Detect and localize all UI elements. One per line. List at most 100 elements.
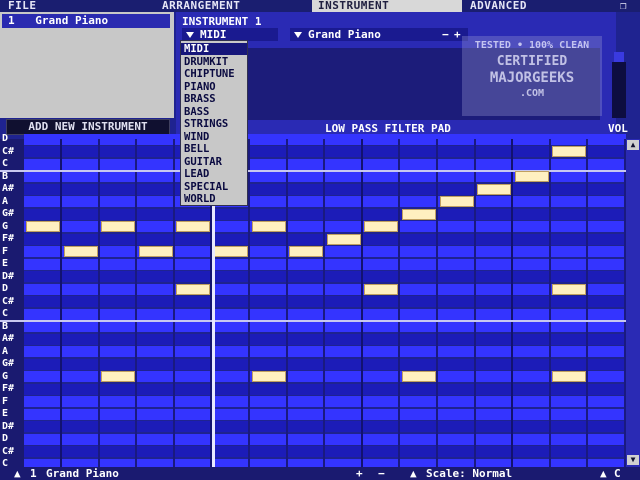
volume-slider-handle[interactable]	[614, 52, 624, 62]
scale-label[interactable]: Scale: Normal	[426, 467, 512, 480]
dropdown-option-lead[interactable]: LEAD	[184, 168, 209, 180]
piano-key-label[interactable]: B	[2, 171, 24, 183]
note-block[interactable]	[439, 196, 474, 207]
note-grid[interactable]	[0, 133, 640, 470]
piano-key-label[interactable]: C	[2, 308, 24, 320]
dropdown-option-brass[interactable]: BRASS	[184, 93, 216, 105]
grid-beat-line	[60, 139, 62, 467]
note-block[interactable]	[552, 371, 587, 382]
scale-prev-icon[interactable]: ▲	[410, 467, 417, 480]
dropdown-option-piano[interactable]: PIANO	[184, 81, 216, 93]
piano-key-label[interactable]: G	[2, 221, 24, 233]
scroll-down-icon[interactable]: ▼	[627, 455, 639, 465]
dropdown-option-special[interactable]: SPECIAL	[184, 181, 228, 193]
badge-line-4: .COM	[519, 88, 545, 99]
piano-key-label[interactable]: F	[2, 396, 24, 408]
piano-key-label[interactable]: D	[2, 283, 24, 295]
note-block[interactable]	[176, 221, 211, 232]
piano-key-label[interactable]: A	[2, 346, 24, 358]
menu-arrangement[interactable]: ARRANGEMENT	[162, 0, 240, 12]
note-block[interactable]	[63, 246, 98, 257]
instrument-prev-icon[interactable]: ▲	[14, 467, 21, 480]
piano-key-label[interactable]: B	[2, 321, 24, 333]
piano-key-label[interactable]: G#	[2, 358, 24, 370]
note-block[interactable]	[214, 246, 248, 257]
piano-key-label[interactable]: C	[2, 158, 24, 170]
note-block[interactable]	[138, 246, 173, 257]
note-block[interactable]	[402, 371, 436, 382]
piano-key-label[interactable]: A#	[2, 333, 24, 345]
piano-key-label[interactable]: F	[2, 246, 24, 258]
status-bar: ▲ 1 Grand Piano + − ▲ Scale: Normal ▲ C	[0, 467, 640, 480]
patch-select[interactable]: Grand Piano − +	[290, 28, 468, 41]
chevron-down-icon	[294, 31, 302, 38]
dropdown-option-drumkit[interactable]: DRUMKIT	[184, 56, 228, 68]
note-block[interactable]	[514, 171, 549, 182]
note-block[interactable]	[251, 371, 286, 382]
note-block[interactable]	[326, 233, 361, 245]
piano-key-label[interactable]: D	[2, 133, 24, 145]
piano-key-label[interactable]: E	[2, 408, 24, 420]
sound-bank-dropdown: MIDI DRUMKIT CHIPTUNE PIANO BRASS BASS STRINGS…	[180, 40, 248, 206]
dropdown-option-bell[interactable]: BELL	[184, 143, 209, 155]
piano-key-label[interactable]: D#	[2, 421, 24, 433]
dropdown-option-midi[interactable]: MIDI	[181, 43, 247, 55]
menu-instrument[interactable]: INSTRUMENT	[312, 0, 462, 12]
status-instrument-name[interactable]: Grand Piano	[46, 467, 119, 480]
zoom-out-button[interactable]: −	[378, 467, 385, 480]
patch-value: Grand Piano	[308, 28, 381, 41]
note-block[interactable]	[289, 246, 324, 257]
menu-file[interactable]: FILE	[8, 0, 37, 12]
piano-key-label[interactable]: C#	[2, 446, 24, 458]
grid-beat-line	[97, 139, 100, 467]
grid-beat-line	[436, 139, 438, 467]
menu-bar: FILE ARRANGEMENT INSTRUMENT ADVANCED ❐	[0, 0, 640, 12]
piano-key-label[interactable]: A#	[2, 183, 24, 195]
note-block[interactable]	[402, 208, 436, 220]
note-block[interactable]	[477, 183, 512, 195]
instrument-title: INSTRUMENT 1	[182, 15, 262, 28]
note-block[interactable]	[101, 221, 136, 232]
piano-key-label[interactable]: A	[2, 196, 24, 208]
piano-key-label[interactable]: C#	[2, 296, 24, 308]
majorgeeks-badge: TESTED • 100% CLEAN CERTIFIED MAJORGEEKS…	[462, 36, 602, 116]
dropdown-option-guitar[interactable]: GUITAR	[184, 156, 222, 168]
instrument-index: 1	[8, 14, 15, 27]
note-block[interactable]	[176, 283, 211, 295]
piano-key-label[interactable]: C#	[2, 146, 24, 158]
note-block[interactable]	[26, 221, 60, 232]
piano-key-label[interactable]: G	[2, 371, 24, 383]
status-instrument-index: 1	[30, 467, 37, 480]
patch-next-button[interactable]: +	[454, 28, 461, 41]
scroll-up-icon[interactable]: ▲	[627, 140, 639, 150]
piano-key-label[interactable]: D#	[2, 271, 24, 283]
note-block[interactable]	[552, 283, 587, 295]
instrument-list-item[interactable]: 1 Grand Piano	[2, 14, 170, 28]
piano-key-label[interactable]: E	[2, 258, 24, 270]
menu-advanced[interactable]: ADVANCED	[470, 0, 527, 12]
dropdown-option-strings[interactable]: STRINGS	[184, 118, 228, 130]
dropdown-option-bass[interactable]: BASS	[184, 106, 209, 118]
volume-slider[interactable]	[612, 62, 626, 118]
key-prev-icon[interactable]: ▲	[600, 467, 607, 480]
piano-key-label[interactable]: G#	[2, 208, 24, 220]
patch-prev-button[interactable]: −	[442, 28, 449, 41]
window-restore-icon[interactable]: ❐	[620, 0, 627, 12]
dropdown-option-wind[interactable]: WIND	[184, 131, 209, 143]
note-block[interactable]	[364, 283, 399, 295]
badge-line-2: CERTIFIED	[496, 54, 568, 69]
dropdown-option-world[interactable]: WORLD	[184, 193, 216, 205]
piano-key-label[interactable]: F#	[2, 233, 24, 245]
dropdown-option-chiptune[interactable]: CHIPTUNE	[184, 68, 235, 80]
key-value[interactable]: C	[614, 467, 621, 480]
piano-key-label[interactable]: D	[2, 433, 24, 445]
vertical-scrollbar[interactable]: ▲ ▼	[626, 139, 640, 467]
note-block[interactable]	[101, 371, 136, 382]
note-block[interactable]	[552, 146, 587, 157]
piano-key-label[interactable]: F#	[2, 383, 24, 395]
grid-beat-line	[586, 139, 589, 467]
note-block[interactable]	[251, 221, 286, 232]
note-block[interactable]	[364, 221, 399, 232]
grid-beat-line	[511, 139, 514, 467]
zoom-in-button[interactable]: +	[356, 467, 363, 480]
